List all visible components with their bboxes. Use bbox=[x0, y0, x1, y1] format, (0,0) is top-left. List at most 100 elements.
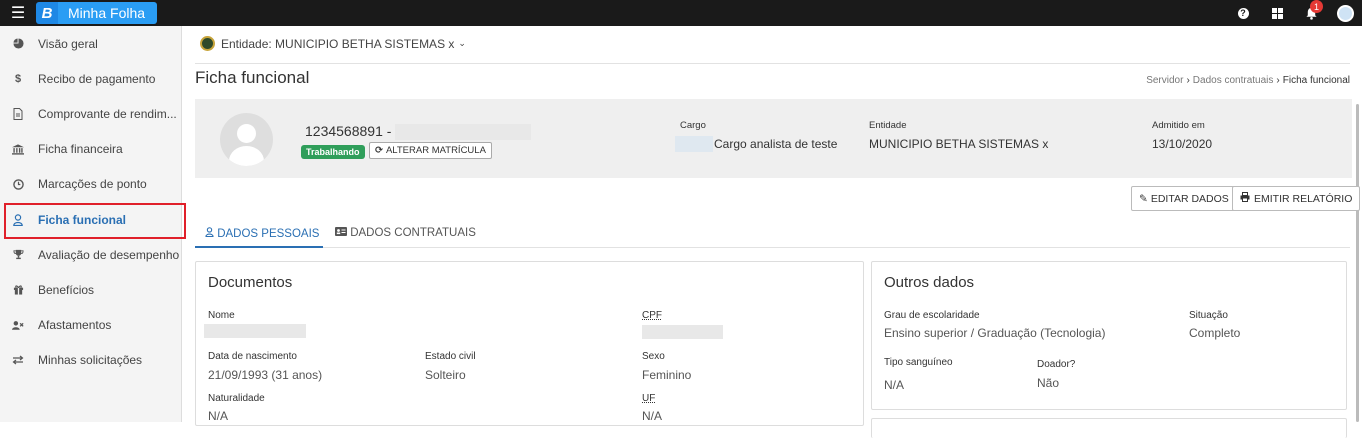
printer-icon bbox=[1240, 192, 1250, 205]
sidebar: Visão geral $ Recibo de pagamento Compro… bbox=[0, 26, 186, 422]
tab-dados-contratuais[interactable]: DADOS CONTRATUAIS bbox=[335, 227, 476, 239]
bell-icon[interactable]: 1 bbox=[1294, 0, 1328, 26]
tabs: DADOS PESSOAIS DADOS CONTRATUAIS bbox=[195, 221, 1350, 248]
matricula-value: 1234568891 - bbox=[305, 123, 392, 139]
sidebar-item-label: Visão geral bbox=[38, 36, 98, 51]
sidebar-item-label: Ficha funcional bbox=[38, 212, 127, 227]
sexo-label: Sexo bbox=[642, 351, 665, 362]
notification-badge: 1 bbox=[1310, 0, 1323, 13]
nome-label: Nome bbox=[208, 310, 235, 321]
page-title: Ficha funcional bbox=[195, 68, 310, 87]
clock-icon bbox=[12, 179, 24, 190]
document-icon bbox=[12, 107, 24, 120]
sidebar-item-ficha-funcional[interactable]: Ficha funcional bbox=[0, 202, 186, 240]
sexo-value: Feminino bbox=[642, 368, 692, 382]
cpf-label: CPF bbox=[642, 310, 662, 321]
sidebar-item-recibo[interactable]: $ Recibo de pagamento bbox=[0, 61, 181, 96]
documentos-title: Documentos bbox=[208, 274, 293, 291]
tab-label: DADOS CONTRATUAIS bbox=[350, 227, 476, 239]
entity-label: Entidade: MUNICIPIO BETHA SISTEMAS x bbox=[221, 36, 455, 51]
situacao-label: Situação bbox=[1189, 310, 1228, 321]
sidebar-item-ficha-financeira[interactable]: Ficha financeira bbox=[0, 132, 181, 167]
alterar-matricula-label: ALTERAR MATRÍCULA bbox=[385, 145, 486, 156]
documentos-panel: Documentos Nome CPF Data de nascimento 2… bbox=[195, 261, 864, 426]
sidebar-item-label: Benefícios bbox=[38, 282, 95, 297]
user-x-icon bbox=[12, 320, 24, 331]
sidebar-item-visao-geral[interactable]: Visão geral bbox=[0, 26, 181, 61]
nascimento-value: 21/09/1993 (31 anos) bbox=[208, 368, 323, 382]
main-content: Entidade: MUNICIPIO BETHA SISTEMAS x ⌄ F… bbox=[182, 26, 1362, 438]
brand-logo: B bbox=[36, 2, 58, 24]
tab-label: DADOS PESSOAIS bbox=[217, 228, 320, 240]
sidebar-item-afastamentos[interactable]: Afastamentos bbox=[0, 308, 181, 343]
situacao-value: Completo bbox=[1189, 326, 1241, 340]
estado-civil-label: Estado civil bbox=[425, 351, 476, 362]
sidebar-item-comprovante[interactable]: Comprovante de rendim... bbox=[0, 96, 181, 131]
sidebar-item-label: Avaliação de desempenho bbox=[38, 247, 180, 262]
help-icon[interactable]: ? bbox=[1226, 0, 1260, 26]
chevron-down-icon: ⌄ bbox=[458, 38, 466, 48]
doador-label: Doador? bbox=[1037, 359, 1076, 370]
redacted-cpf bbox=[642, 325, 723, 339]
entity-selector[interactable]: Entidade: MUNICIPIO BETHA SISTEMAS x ⌄ bbox=[200, 36, 466, 51]
breadcrumb-servidor[interactable]: Servidor bbox=[1146, 75, 1183, 86]
cargo-label: Cargo bbox=[680, 120, 706, 131]
alterar-matricula-button[interactable]: ⟳ ALTERAR MATRÍCULA bbox=[369, 142, 492, 159]
apps-icon[interactable] bbox=[1260, 0, 1294, 26]
menu-icon[interactable]: ☰ bbox=[0, 0, 36, 26]
escolaridade-value: Ensino superior / Graduação (Tecnologia) bbox=[884, 326, 1106, 340]
top-bar: ☰ B Minha Folha ? 1 bbox=[0, 0, 1362, 26]
tab-dados-pessoais[interactable]: DADOS PESSOAIS bbox=[205, 227, 319, 240]
redacted-name bbox=[395, 124, 532, 141]
admitido-value: 13/10/2020 bbox=[1152, 137, 1213, 151]
entidade-value: MUNICIPIO BETHA SISTEMAS x bbox=[869, 137, 1049, 151]
refresh-icon: ⟳ bbox=[375, 145, 383, 156]
naturalidade-value: N/A bbox=[208, 409, 229, 423]
dollar-icon: $ bbox=[14, 72, 22, 85]
user-avatar[interactable] bbox=[1328, 0, 1362, 26]
app-brand[interactable]: B Minha Folha bbox=[36, 2, 158, 24]
scrollbar[interactable] bbox=[1356, 104, 1359, 422]
pencil-icon: ✎ bbox=[1139, 192, 1148, 205]
escolaridade-label: Grau de escolaridade bbox=[884, 310, 980, 321]
nascimento-label: Data de nascimento bbox=[208, 351, 297, 362]
breadcrumb: Servidor › Dados contratuais › Ficha funcion… bbox=[1146, 75, 1350, 86]
gift-icon bbox=[12, 284, 24, 295]
sidebar-item-label: Comprovante de rendim... bbox=[38, 106, 177, 121]
sidebar-item-label: Ficha financeira bbox=[38, 142, 123, 157]
sidebar-item-beneficios[interactable]: Benefícios bbox=[0, 272, 181, 307]
sidebar-item-marcacoes[interactable]: Marcações de ponto bbox=[0, 167, 181, 202]
naturalidade-label: Naturalidade bbox=[208, 393, 265, 404]
sidebar-item-label: Recibo de pagamento bbox=[38, 71, 156, 86]
doador-value: Não bbox=[1037, 376, 1060, 390]
user-icon bbox=[205, 227, 217, 240]
estado-civil-value: Solteiro bbox=[425, 368, 466, 382]
emitir-relatorio-button[interactable]: EMITIR RELATÓRIO bbox=[1232, 186, 1361, 211]
sidebar-item-label: Afastamentos bbox=[38, 318, 112, 333]
matricula: 1234568891 - bbox=[305, 123, 532, 141]
cargo-value: Cargo analista de teste bbox=[714, 137, 838, 151]
uf-value: N/A bbox=[642, 409, 663, 423]
breadcrumb-dados-contratuais[interactable]: Dados contratuais bbox=[1193, 75, 1274, 86]
outros-dados-title: Outros dados bbox=[884, 274, 975, 291]
sidebar-item-avaliacao[interactable]: Avaliação de desempenho bbox=[0, 237, 181, 272]
sangue-value: N/A bbox=[884, 378, 905, 392]
bank-icon bbox=[12, 144, 24, 155]
status-badge: Trabalhando bbox=[301, 145, 365, 159]
entidade-label: Entidade bbox=[869, 120, 907, 131]
next-panel bbox=[871, 418, 1347, 438]
sidebar-item-label: Marcações de ponto bbox=[38, 177, 147, 192]
sidebar-item-label: Minhas solicitações bbox=[38, 353, 143, 368]
sidebar-item-solicitacoes[interactable]: Minhas solicitações bbox=[0, 343, 181, 378]
breadcrumb-current: Ficha funcional bbox=[1282, 75, 1350, 86]
user-icon bbox=[12, 213, 24, 226]
editar-dados-button[interactable]: ✎ EDITAR DADOS bbox=[1131, 186, 1237, 211]
editar-dados-label: EDITAR DADOS bbox=[1150, 192, 1229, 205]
redacted-nome bbox=[204, 324, 306, 338]
outros-dados-panel: Outros dados Grau de escolaridade Ensino… bbox=[871, 261, 1347, 410]
id-card-icon bbox=[335, 227, 350, 239]
trophy-icon bbox=[12, 249, 24, 260]
pie-chart-icon bbox=[12, 38, 24, 49]
exchange-icon bbox=[12, 355, 24, 365]
admitido-label: Admitido em bbox=[1152, 120, 1205, 131]
